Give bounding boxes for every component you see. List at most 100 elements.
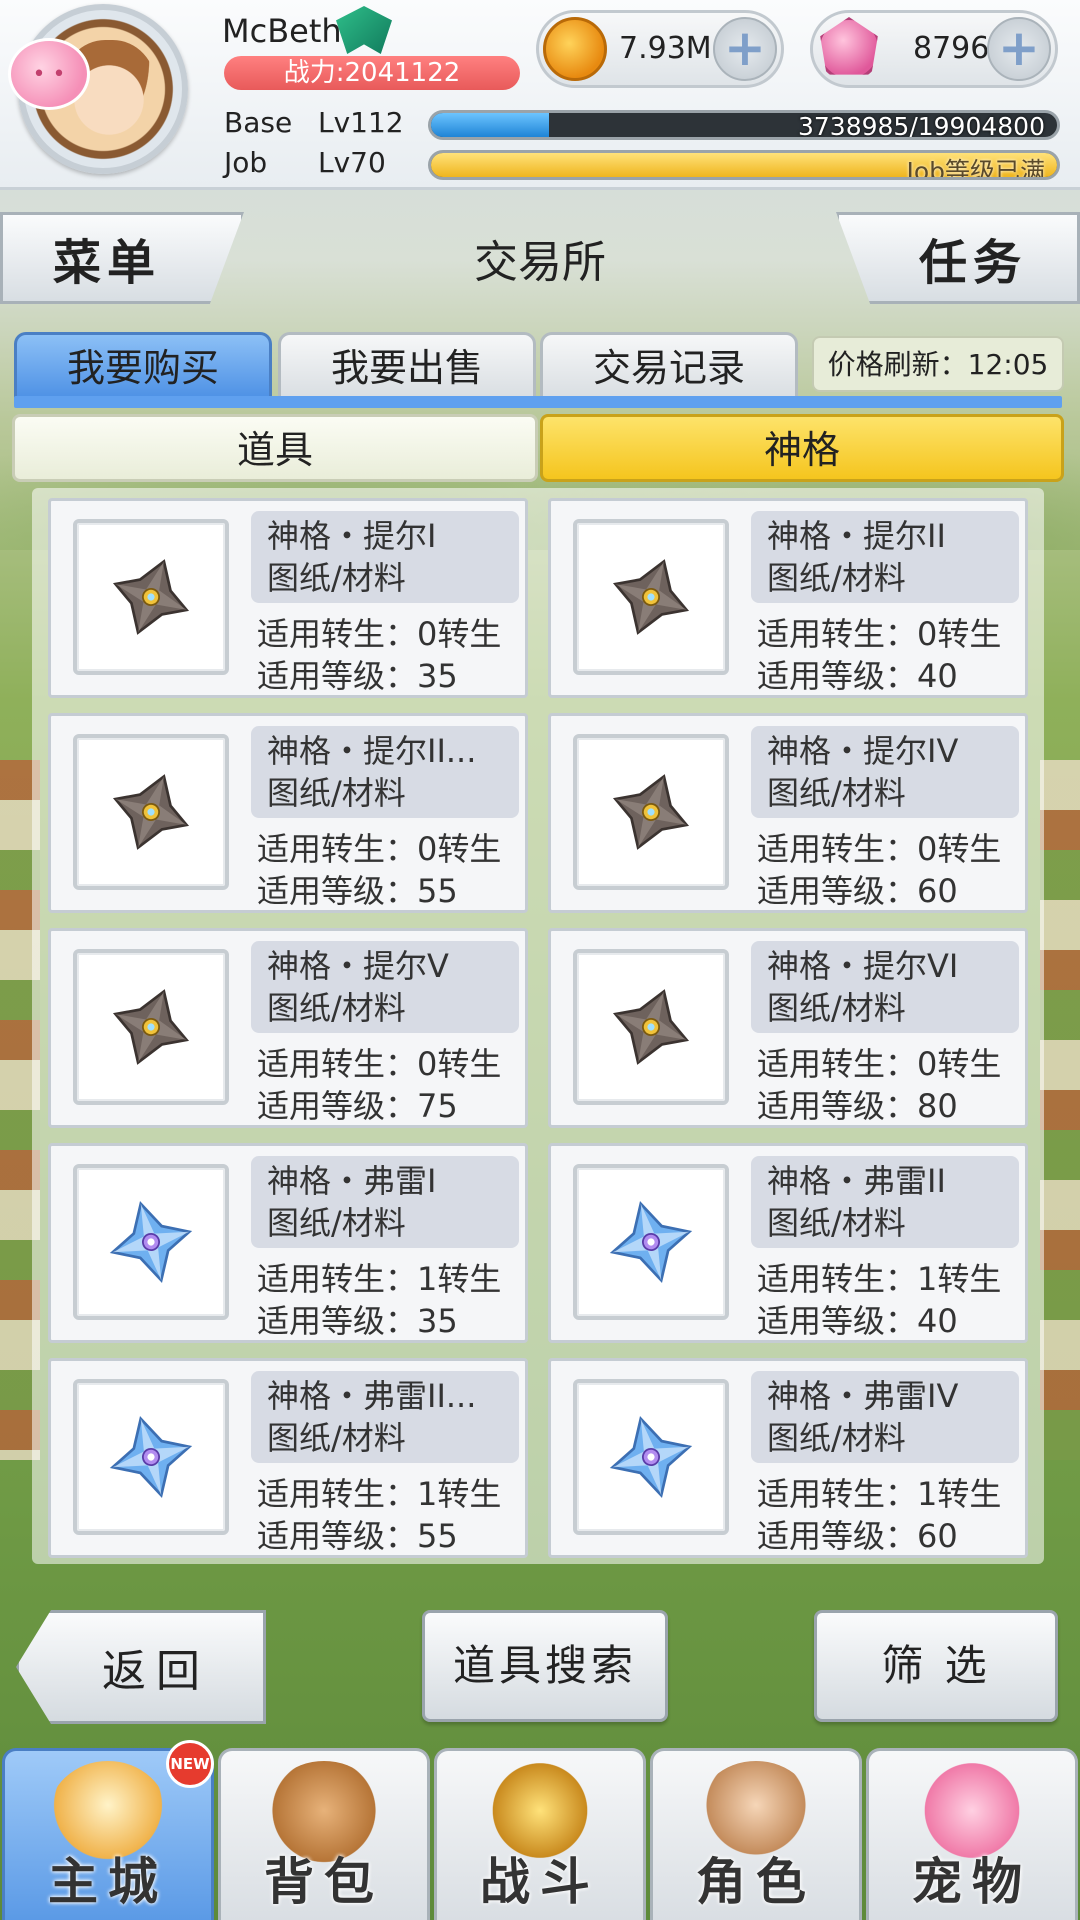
item-name: 神格・弗雷I: [267, 1162, 437, 1200]
nav-label: 战斗: [480, 1853, 600, 1911]
item-thumbnail[interactable]: [573, 949, 729, 1105]
item-card[interactable]: 神格・提尔V 图纸/材料 适用转生：0转生 适用等级：75: [48, 928, 528, 1128]
base-exp-fill: [431, 113, 549, 137]
item-level: 适用等级：35: [257, 657, 458, 695]
item-name-box: 神格・提尔II... 图纸/材料: [251, 726, 519, 818]
item-rebirth: 适用转生：1转生: [257, 1260, 502, 1298]
item-rebirth: 适用转生：1转生: [757, 1475, 1002, 1513]
item-thumbnail[interactable]: [573, 734, 729, 890]
filter-button[interactable]: 筛 选: [814, 1610, 1058, 1722]
freyr-rune-icon: [106, 1412, 196, 1502]
base-label: Base: [224, 106, 293, 139]
job-level: Lv70: [318, 146, 386, 179]
item-name-box: 神格・提尔I 图纸/材料: [251, 511, 519, 603]
item-level: 适用等级：40: [757, 657, 958, 695]
item-level: 适用等级：80: [757, 1087, 958, 1125]
tyr-rune-icon: [106, 982, 196, 1072]
item-type: 图纸/材料: [267, 559, 406, 597]
item-name-box: 神格・弗雷I 图纸/材料: [251, 1156, 519, 1248]
tyr-rune-icon: [106, 767, 196, 857]
nav-character[interactable]: 角色: [650, 1748, 862, 1920]
nav-label: 角色: [696, 1853, 816, 1911]
status-bar: • • McBeth 战力:2041122 Base Lv112 3738985…: [0, 0, 1080, 190]
item-name: 神格・弗雷II...: [267, 1377, 477, 1415]
add-zeny-button[interactable]: +: [713, 17, 777, 81]
item-thumbnail[interactable]: [73, 949, 229, 1105]
item-thumbnail[interactable]: [73, 1379, 229, 1535]
item-thumbnail[interactable]: [573, 1379, 729, 1535]
item-card[interactable]: 神格・提尔II 图纸/材料 适用转生：0转生 适用等级：40: [548, 498, 1028, 698]
tyr-rune-icon: [606, 982, 696, 1072]
menu-button[interactable]: 菜单: [0, 212, 244, 304]
item-level: 适用等级：55: [257, 872, 458, 910]
nav-label: 主城: [48, 1853, 168, 1911]
item-card[interactable]: 神格・提尔VI 图纸/材料 适用转生：0转生 适用等级：80: [548, 928, 1028, 1128]
combat-power: 战力:2041122: [224, 56, 520, 90]
subtab-godhood[interactable]: 神格: [540, 414, 1064, 482]
item-rebirth: 适用转生：0转生: [757, 615, 1002, 653]
item-card[interactable]: 神格・提尔IV 图纸/材料 适用转生：0转生 适用等级：60: [548, 713, 1028, 913]
item-rebirth: 适用转生：0转生: [257, 615, 502, 653]
nav-pet[interactable]: 宠物: [866, 1748, 1078, 1920]
item-type: 图纸/材料: [267, 774, 406, 812]
item-card[interactable]: 神格・弗雷I 图纸/材料 适用转生：1转生 适用等级：35: [48, 1143, 528, 1343]
freyr-rune-icon: [106, 1197, 196, 1287]
task-button[interactable]: 任务: [836, 212, 1080, 304]
back-button[interactable]: 返回: [16, 1610, 266, 1724]
nav-label: 宠物: [912, 1853, 1032, 1911]
tab-sell[interactable]: 我要出售: [278, 332, 536, 398]
zeny-counter: 7.93M +: [536, 10, 784, 88]
item-type: 图纸/材料: [767, 1204, 906, 1242]
item-thumbnail[interactable]: [73, 1164, 229, 1320]
tab-history[interactable]: 交易记录: [540, 332, 798, 398]
tab-buy[interactable]: 我要购买: [14, 332, 272, 398]
tyr-rune-icon: [606, 767, 696, 857]
item-name-box: 神格・提尔V 图纸/材料: [251, 941, 519, 1033]
item-level: 适用等级：40: [757, 1302, 958, 1340]
item-thumbnail[interactable]: [73, 734, 229, 890]
item-rebirth: 适用转生：0转生: [257, 1045, 502, 1083]
freyr-rune-icon: [606, 1412, 696, 1502]
item-name: 神格・提尔II: [767, 517, 946, 555]
item-name-box: 神格・弗雷II... 图纸/材料: [251, 1371, 519, 1463]
item-name: 神格・提尔V: [267, 947, 449, 985]
job-label: Job: [224, 146, 268, 179]
item-name-box: 神格・提尔II 图纸/材料: [751, 511, 1019, 603]
item-name: 神格・提尔VI: [767, 947, 959, 985]
item-card[interactable]: 神格・提尔I 图纸/材料 适用转生：0转生 适用等级：35: [48, 498, 528, 698]
item-type: 图纸/材料: [767, 559, 906, 597]
item-name-box: 神格・弗雷IV 图纸/材料: [751, 1371, 1019, 1463]
tyr-rune-icon: [106, 552, 196, 642]
nav-battle[interactable]: 战斗: [434, 1748, 646, 1920]
item-card[interactable]: 神格・弗雷II... 图纸/材料 适用转生：1转生 适用等级：55: [48, 1358, 528, 1558]
item-grid: 神格・提尔I 图纸/材料 适用转生：0转生 适用等级：35 神格・提尔II 图纸…: [48, 498, 1028, 1558]
item-level: 适用等级：55: [257, 1517, 458, 1555]
add-gems-button[interactable]: +: [987, 17, 1051, 81]
item-name: 神格・弗雷IV: [767, 1377, 959, 1415]
item-name: 神格・弗雷II: [767, 1162, 946, 1200]
base-exp-bar: 3738985/19904800: [428, 110, 1060, 140]
freyr-rune-icon: [606, 1197, 696, 1287]
tab-underline: [14, 396, 1062, 408]
item-level: 适用等级：60: [757, 1517, 958, 1555]
nav-backpack[interactable]: 背包: [218, 1748, 430, 1920]
item-thumbnail[interactable]: [573, 519, 729, 675]
item-name: 神格・提尔I: [267, 517, 437, 555]
item-search-button[interactable]: 道具搜索: [422, 1610, 668, 1722]
item-card[interactable]: 神格・弗雷IV 图纸/材料 适用转生：1转生 适用等级：60: [548, 1358, 1028, 1558]
item-card[interactable]: 神格・提尔II... 图纸/材料 适用转生：0转生 适用等级：55: [48, 713, 528, 913]
item-level: 适用等级：60: [757, 872, 958, 910]
item-thumbnail[interactable]: [573, 1164, 729, 1320]
subtab-items[interactable]: 道具: [12, 414, 538, 482]
gem-counter: 8796 +: [810, 10, 1058, 88]
item-thumbnail[interactable]: [73, 519, 229, 675]
item-name: 神格・提尔IV: [767, 732, 959, 770]
item-card[interactable]: 神格・弗雷II 图纸/材料 适用转生：1转生 适用等级：40: [548, 1143, 1028, 1343]
gem-value: 8796: [913, 31, 990, 66]
item-rebirth: 适用转生：0转生: [757, 1045, 1002, 1083]
bottom-nav: 主城 背包 战斗 角色 宠物: [0, 1748, 1080, 1920]
price-refresh-timer: 价格刷新：12:05: [812, 336, 1064, 392]
rank-emblem-icon: [336, 6, 392, 54]
poring-icon: • •: [8, 38, 90, 110]
gem-icon: [820, 17, 878, 75]
